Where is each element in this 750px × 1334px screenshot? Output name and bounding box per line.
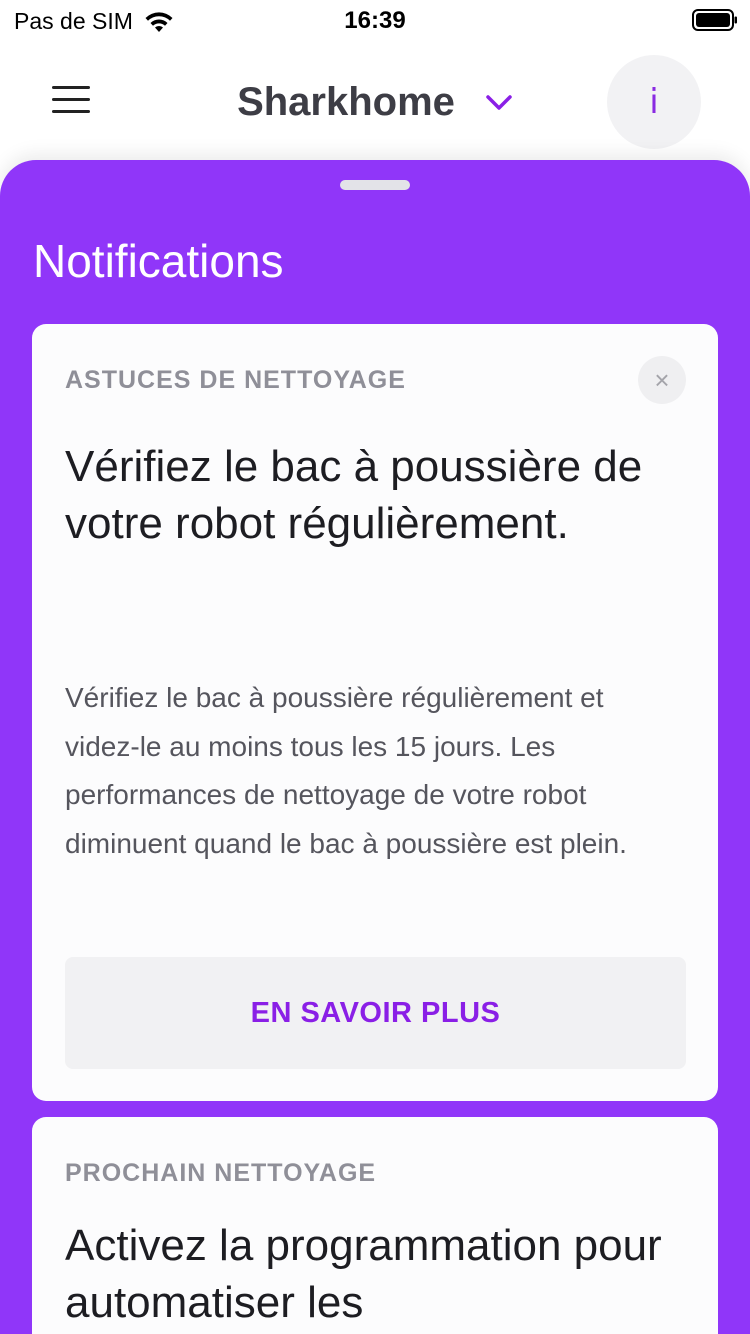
battery-icon xyxy=(692,9,737,31)
info-icon: i xyxy=(649,82,659,122)
close-icon: × xyxy=(654,364,670,395)
info-button[interactable]: i xyxy=(607,55,701,149)
notification-category: ASTUCES DE NETTOYAGE xyxy=(65,366,406,394)
close-button[interactable]: × xyxy=(638,356,686,404)
notification-body: Vérifiez le bac à poussière régulièremen… xyxy=(65,682,627,859)
learn-more-label: EN SAVOIR PLUS xyxy=(250,996,501,1029)
notification-category: PROCHAIN NETTOYAGE xyxy=(65,1159,377,1187)
learn-more-button[interactable]: EN SAVOIR PLUS xyxy=(65,957,686,1069)
notifications-sheet: Notifications ASTUCES DE NETTOYAGE × Vér… xyxy=(0,160,750,1334)
chevron-down-icon xyxy=(486,94,512,110)
notification-card: ASTUCES DE NETTOYAGE × Vérifiez le bac à… xyxy=(32,324,718,1101)
app-header: Sharkhome i xyxy=(0,40,750,170)
notification-headline: Vérifiez le bac à poussière de votre rob… xyxy=(65,442,643,548)
sheet-title: Notifications xyxy=(33,235,284,287)
notification-headline: Activez la programmation pour automatise… xyxy=(65,1221,662,1327)
home-name: Sharkhome xyxy=(237,80,455,124)
status-bar: Pas de SIM 16:39 xyxy=(0,0,750,40)
clock: 16:39 xyxy=(344,7,406,34)
notification-card: PROCHAIN NETTOYAGE Activez la programmat… xyxy=(32,1117,718,1334)
sheet-grabber-handle[interactable] xyxy=(340,180,410,190)
